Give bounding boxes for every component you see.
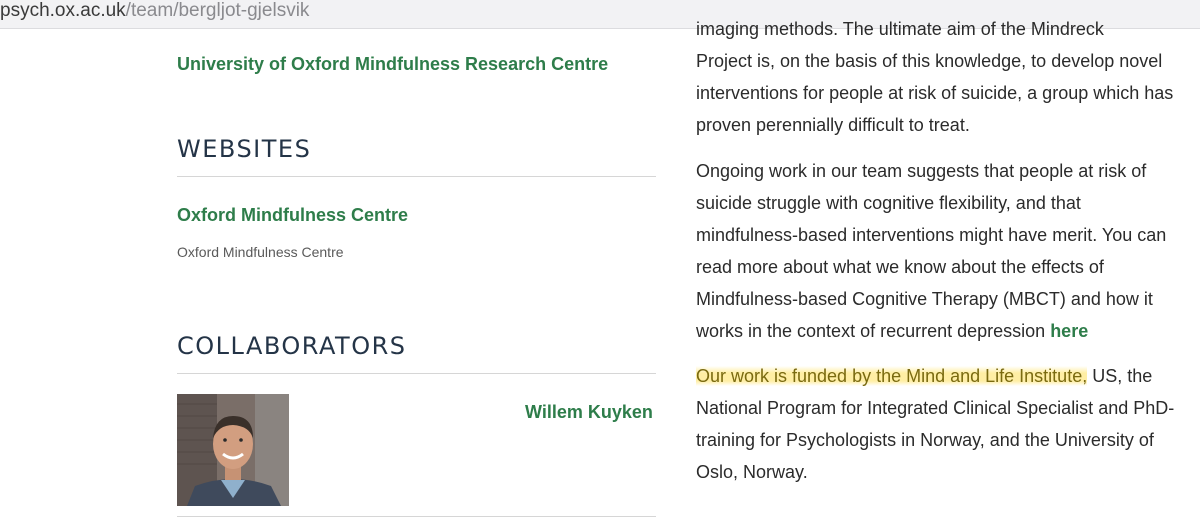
cut-off-text-line: imaging methods. The ultimate aim of the… — [696, 19, 1104, 39]
collaborator-name-link[interactable]: Willem Kuyken — [525, 401, 653, 423]
collaborator-photo[interactable] — [177, 394, 289, 506]
research-centre-link[interactable]: University of Oxford Mindfulness Researc… — [177, 53, 608, 75]
paragraph-ongoing-work: Ongoing work in our team suggests that p… — [696, 155, 1186, 347]
collaborators-heading: COLLABORATORS — [177, 332, 407, 360]
oxford-mindfulness-centre-link[interactable]: Oxford Mindfulness Centre — [177, 204, 408, 226]
url-text[interactable]: psych.ox.ac.uk/team/bergljot-gjelsvik — [0, 0, 309, 26]
collaborators-divider — [177, 373, 656, 374]
collaborator-divider — [177, 516, 656, 517]
here-link[interactable]: here — [1050, 321, 1088, 341]
url-domain: psych.ox.ac.uk — [0, 0, 126, 21]
paragraph-funding: Our work is funded by the Mind and Life … — [696, 360, 1186, 488]
websites-heading: WEBSITES — [177, 135, 312, 163]
paragraph-project-aim: Project is, on the basis of this knowled… — [696, 51, 1174, 135]
person-portrait-icon — [177, 394, 289, 506]
websites-divider — [177, 176, 656, 177]
url-path: /team/bergljot-gjelsvik — [125, 0, 310, 21]
website-caption: Oxford Mindfulness Centre — [177, 244, 344, 260]
paragraph-ongoing-work-text: Ongoing work in our team suggests that p… — [696, 161, 1167, 341]
highlighted-funding-text: Our work is funded by the Mind and Life … — [696, 366, 1088, 386]
